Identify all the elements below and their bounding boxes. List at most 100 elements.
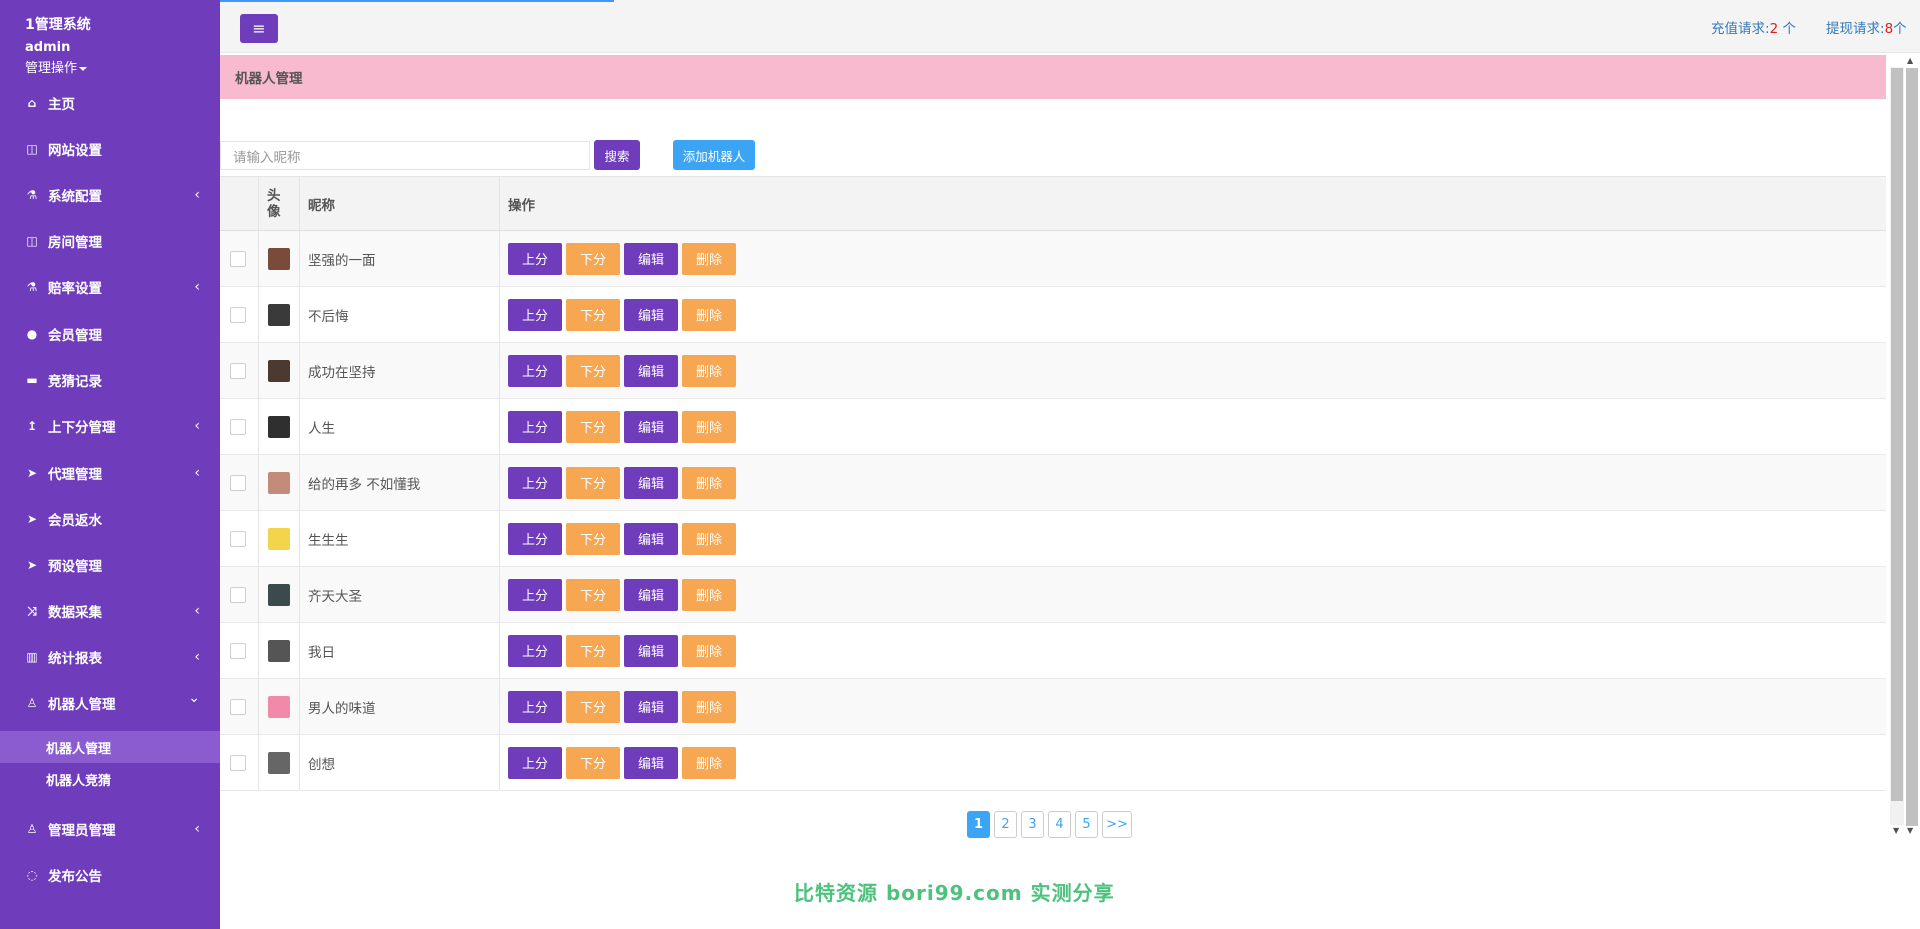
delete-button[interactable]: 删除 (682, 522, 736, 555)
scroll-down-icon[interactable]: ▼ (1907, 826, 1913, 835)
sidebar-item-13[interactable]: ♙ 机器人管理 ⌄ (0, 680, 220, 726)
sidebar-item-label: 系统配置 (48, 189, 102, 205)
sidebar-item-label: 竞猜记录 (48, 374, 102, 390)
sidebar-item-7[interactable]: ↥ 上下分管理 ‹ (0, 403, 220, 449)
row-checkbox[interactable] (230, 586, 246, 603)
sidebar-item-3[interactable]: ◫ 房间管理 (0, 218, 220, 264)
caret-down-icon (79, 66, 88, 71)
row-checkbox[interactable] (230, 306, 246, 323)
sidebar-subitem-1[interactable]: 机器人竞猜 (0, 763, 220, 795)
user-menu-dropdown[interactable]: 管理操作 (25, 57, 88, 76)
edit-button[interactable]: 编辑 (624, 298, 678, 331)
edit-button[interactable]: 编辑 (624, 746, 678, 779)
add-points-button[interactable]: 上分 (508, 746, 562, 779)
sidebar-subitem-0[interactable]: 机器人管理 (0, 731, 220, 763)
row-checkbox[interactable] (230, 474, 246, 491)
deduct-points-button[interactable]: 下分 (566, 634, 620, 667)
edit-button[interactable]: 编辑 (624, 410, 678, 443)
deduct-points-button[interactable]: 下分 (566, 522, 620, 555)
sidebar-item-8[interactable]: ➤ 代理管理 ‹ (0, 450, 220, 496)
add-points-button[interactable]: 上分 (508, 578, 562, 611)
edit-button[interactable]: 编辑 (624, 354, 678, 387)
avatar (268, 471, 290, 494)
edit-button[interactable]: 编辑 (624, 690, 678, 723)
delete-button[interactable]: 删除 (682, 298, 736, 331)
scrollbar-thumb-outer[interactable] (1906, 68, 1918, 826)
delete-button[interactable]: 删除 (682, 578, 736, 611)
row-checkbox[interactable] (230, 698, 246, 715)
row-checkbox[interactable] (230, 530, 246, 547)
edit-button[interactable]: 编辑 (624, 522, 678, 555)
row-checkbox[interactable] (230, 250, 246, 267)
next-page-button[interactable]: >> (1102, 811, 1132, 838)
search-button[interactable]: 搜索 (594, 140, 640, 170)
delete-button[interactable]: 删除 (682, 746, 736, 779)
random-icon: ⤨ (27, 603, 37, 618)
add-points-button[interactable]: 上分 (508, 690, 562, 723)
paper-plane-icon: ➤ (26, 466, 38, 480)
row-checkbox[interactable] (230, 642, 246, 659)
sidebar-item-label: 预设管理 (48, 559, 102, 575)
delete-button[interactable]: 删除 (682, 410, 736, 443)
deduct-points-button[interactable]: 下分 (566, 298, 620, 331)
sidebar-item-11[interactable]: ⤨ 数据采集 ‹ (0, 588, 220, 634)
sidebar-item-4[interactable]: ⚗ 赔率设置 ‹ (0, 264, 220, 310)
edit-button[interactable]: 编辑 (624, 634, 678, 667)
nickname-search-input[interactable]: 请输入昵称 (220, 141, 590, 170)
deduct-points-button[interactable]: 下分 (566, 746, 620, 779)
deduct-points-button[interactable]: 下分 (566, 690, 620, 723)
sidebar-item-10[interactable]: ➤ 预设管理 (0, 542, 220, 588)
sidebar-item-12[interactable]: ▥ 统计报表 ‹ (0, 634, 220, 680)
deduct-points-button[interactable]: 下分 (566, 242, 620, 275)
menu-toggle-button[interactable]: ≡ (240, 14, 278, 43)
sidebar-item-6[interactable]: ▬ 竞猜记录 (0, 357, 220, 403)
delete-button[interactable]: 删除 (682, 634, 736, 667)
add-points-button[interactable]: 上分 (508, 242, 562, 275)
page-4-button[interactable]: 4 (1048, 811, 1071, 838)
row-checkbox[interactable] (230, 754, 246, 771)
header-nickname: 昵称 (308, 197, 335, 214)
add-points-button[interactable]: 上分 (508, 298, 562, 331)
table-row: 给的再多 不如懂我 上分 下分 编辑 删除 (220, 455, 1886, 511)
sidebar-item-0[interactable]: ⌂ 主页 (0, 80, 220, 126)
deduct-points-button[interactable]: 下分 (566, 578, 620, 611)
pagination: 1 2 3 4 5 >> (967, 811, 1136, 838)
add-points-button[interactable]: 上分 (508, 634, 562, 667)
paper-plane-icon: ➤ (26, 558, 38, 572)
add-points-button[interactable]: 上分 (508, 466, 562, 499)
delete-button[interactable]: 删除 (682, 466, 736, 499)
sidebar-item-14[interactable]: ♙ 管理员管理 ‹ (0, 806, 220, 852)
deduct-points-button[interactable]: 下分 (566, 354, 620, 387)
withdraw-requests-link[interactable]: 提现请求:8个 (1826, 17, 1907, 37)
row-checkbox[interactable] (230, 362, 246, 379)
page-1-button[interactable]: 1 (967, 811, 990, 838)
table-row: 男人的味道 上分 下分 编辑 删除 (220, 679, 1886, 735)
page-3-button[interactable]: 3 (1021, 811, 1044, 838)
page-5-button[interactable]: 5 (1075, 811, 1098, 838)
recharge-requests-link[interactable]: 充值请求:2 个 (1711, 17, 1796, 37)
sidebar-item-1[interactable]: ◫ 网站设置 (0, 126, 220, 172)
add-points-button[interactable]: 上分 (508, 410, 562, 443)
delete-button[interactable]: 删除 (682, 690, 736, 723)
deduct-points-button[interactable]: 下分 (566, 410, 620, 443)
deduct-points-button[interactable]: 下分 (566, 466, 620, 499)
delete-button[interactable]: 删除 (682, 242, 736, 275)
header-actions: 操作 (508, 197, 535, 214)
edit-button[interactable]: 编辑 (624, 466, 678, 499)
scrollbar-thumb[interactable] (1891, 68, 1903, 801)
sidebar-item-5[interactable]: ● 会员管理 (0, 311, 220, 357)
sidebar-item-2[interactable]: ⚗ 系统配置 ‹ (0, 172, 220, 218)
scroll-up-icon[interactable]: ▲ (1907, 56, 1913, 65)
add-points-button[interactable]: 上分 (508, 354, 562, 387)
row-checkbox[interactable] (230, 418, 246, 435)
sidebar-item-15[interactable]: ◌ 发布公告 (0, 852, 220, 898)
edit-button[interactable]: 编辑 (624, 242, 678, 275)
sidebar-item-label: 会员管理 (48, 328, 102, 344)
add-robot-button[interactable]: 添加机器人 (673, 140, 755, 170)
sidebar-item-9[interactable]: ➤ 会员返水 (0, 496, 220, 542)
edit-button[interactable]: 编辑 (624, 578, 678, 611)
scroll-down-icon-inner[interactable]: ▼ (1893, 826, 1899, 835)
add-points-button[interactable]: 上分 (508, 522, 562, 555)
delete-button[interactable]: 删除 (682, 354, 736, 387)
page-2-button[interactable]: 2 (994, 811, 1017, 838)
